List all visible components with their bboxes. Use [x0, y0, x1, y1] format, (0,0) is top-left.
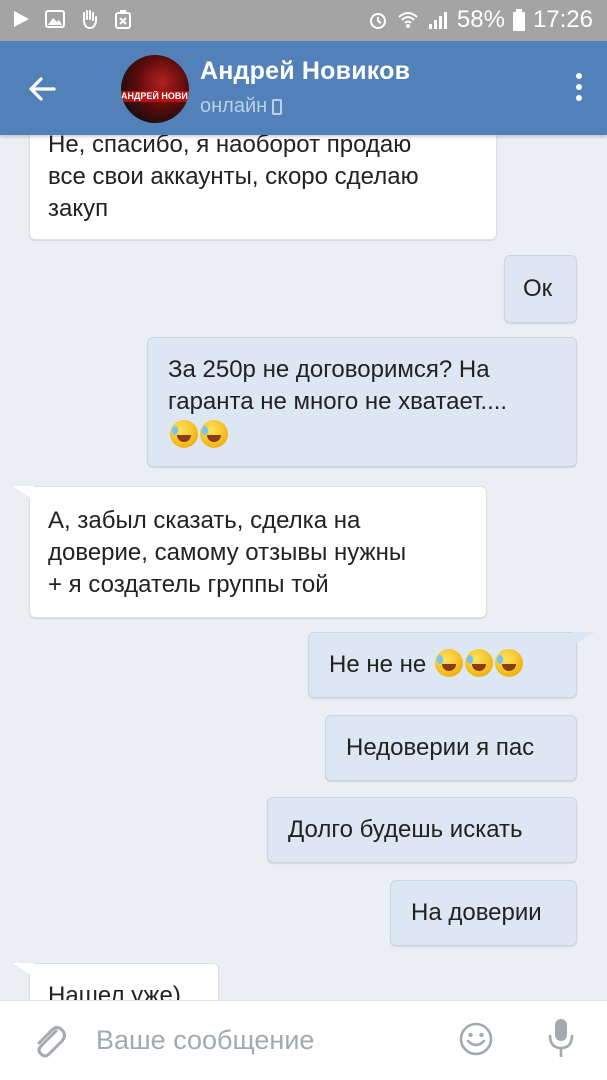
- clock: 17:26: [532, 6, 593, 33]
- message-list[interactable]: Не, спасибо, я наоборот продаю все свои …: [0, 135, 607, 1000]
- smiley-icon[interactable]: [458, 1021, 494, 1057]
- status-bar: 58% 17:26: [0, 0, 607, 41]
- hand-icon: [83, 10, 97, 30]
- rofl-emoji-icon: [200, 420, 228, 448]
- arrow-left-icon[interactable]: [22, 69, 62, 109]
- status-bar-system: 58% 17:26: [367, 6, 593, 34]
- message-composer: Ваше сообщение: [0, 1000, 607, 1080]
- avatar-text: АНДРЕЙ НОВИКОВ: [121, 91, 189, 102]
- message-outgoing[interactable]: Недоверии я пас: [325, 715, 577, 781]
- online-status: онлайн: [200, 95, 283, 118]
- chat-header: АНДРЕЙ НОВИКОВ Андрей Новиков онлайн: [0, 41, 607, 135]
- battery-percentage: 58%: [456, 6, 505, 33]
- online-status-label: онлайн: [200, 95, 268, 117]
- message-outgoing[interactable]: За 250р не договоримся? На гаранта не мн…: [147, 337, 577, 467]
- message-text: За 250р не договоримся? На гаранта не мн…: [168, 356, 508, 415]
- rofl-emoji-icon: [494, 649, 523, 677]
- contact-name[interactable]: Андрей Новиков: [200, 57, 410, 86]
- message-text: На доверии: [411, 899, 542, 926]
- battery-icon: [512, 9, 525, 31]
- emoji-row: [168, 420, 556, 452]
- avatar[interactable]: АНДРЕЙ НОВИКОВ: [121, 55, 189, 123]
- rofl-emoji-icon: [170, 420, 198, 448]
- message-incoming[interactable]: Не, спасибо, я наоборот продаю все свои …: [29, 135, 497, 240]
- message-incoming[interactable]: Нашел уже): [29, 963, 219, 1000]
- status-bar-notifications: [10, 8, 134, 30]
- rofl-emoji-icon: [464, 649, 493, 677]
- rofl-emoji-icon: [434, 649, 463, 677]
- gallery-icon: [45, 10, 65, 28]
- signal-icon: [428, 12, 447, 29]
- message-text: Не не не: [329, 651, 427, 678]
- message-text: А, забыл сказать, сделка на доверие, сам…: [48, 507, 407, 598]
- message-text: Нашел уже): [48, 982, 181, 1000]
- message-outgoing[interactable]: Не не не: [308, 632, 577, 698]
- message-outgoing[interactable]: Ок: [504, 255, 577, 323]
- more-vertical-icon[interactable]: [575, 73, 583, 103]
- mobile-phone-icon: [272, 98, 283, 115]
- message-text: Долго будешь искать: [288, 816, 523, 843]
- message-text: Не, спасибо, я наоборот продаю все свои …: [48, 135, 419, 222]
- message-outgoing[interactable]: На доверии: [390, 880, 577, 946]
- cleaner-icon: [115, 10, 131, 29]
- play-store-icon: [14, 11, 29, 27]
- message-text: Недоверии я пас: [346, 734, 535, 761]
- message-outgoing[interactable]: Долго будешь искать: [267, 797, 577, 863]
- alarm-icon: [369, 13, 386, 29]
- bubble-tail: [12, 486, 34, 500]
- message-incoming[interactable]: А, забыл сказать, сделка на доверие, сам…: [29, 486, 487, 618]
- message-input[interactable]: Ваше сообщение: [96, 1025, 314, 1056]
- wifi-icon: [398, 12, 418, 28]
- paperclip-icon[interactable]: [30, 1021, 68, 1061]
- microphone-icon[interactable]: [546, 1017, 576, 1061]
- message-text: Ок: [523, 275, 553, 302]
